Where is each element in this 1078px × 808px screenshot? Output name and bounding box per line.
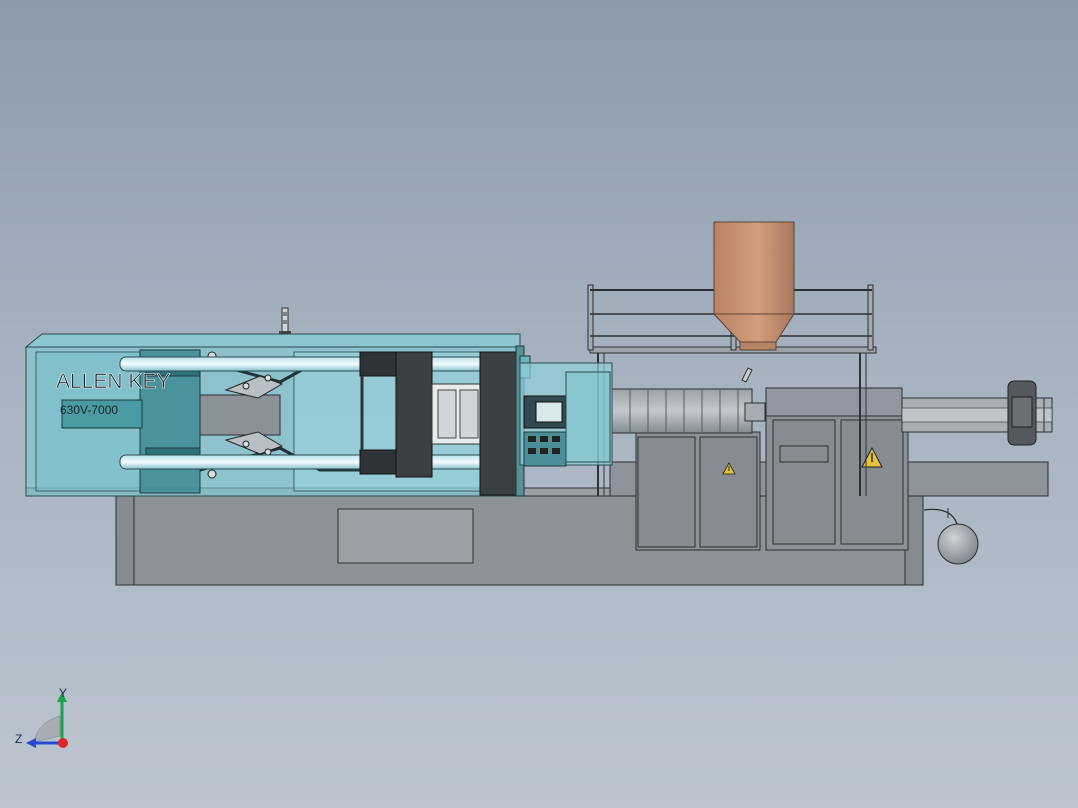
coordinate-triad-icon[interactable]: Y Z [12, 686, 82, 756]
control-panel-icon[interactable] [519, 362, 613, 467]
material-hopper [712, 221, 795, 351]
model-number-label: 630V-7000 [60, 403, 118, 417]
mold [431, 383, 483, 445]
brand-label: ALLEN KEY [56, 370, 170, 393]
cad-viewport[interactable]: ALLEN KEY 630V-7000 Y Z [0, 0, 1078, 808]
injection-cylinder [901, 380, 1053, 446]
injection-molding-machine-model[interactable]: ALLEN KEY 630V-7000 [0, 0, 1078, 808]
accumulator-tank [923, 508, 979, 565]
y-axis-label: Y [59, 686, 67, 700]
moving-platen [395, 351, 433, 478]
z-axis-label: Z [15, 732, 22, 746]
signal-tower-icon [279, 307, 291, 335]
injection-barrel [611, 367, 766, 434]
